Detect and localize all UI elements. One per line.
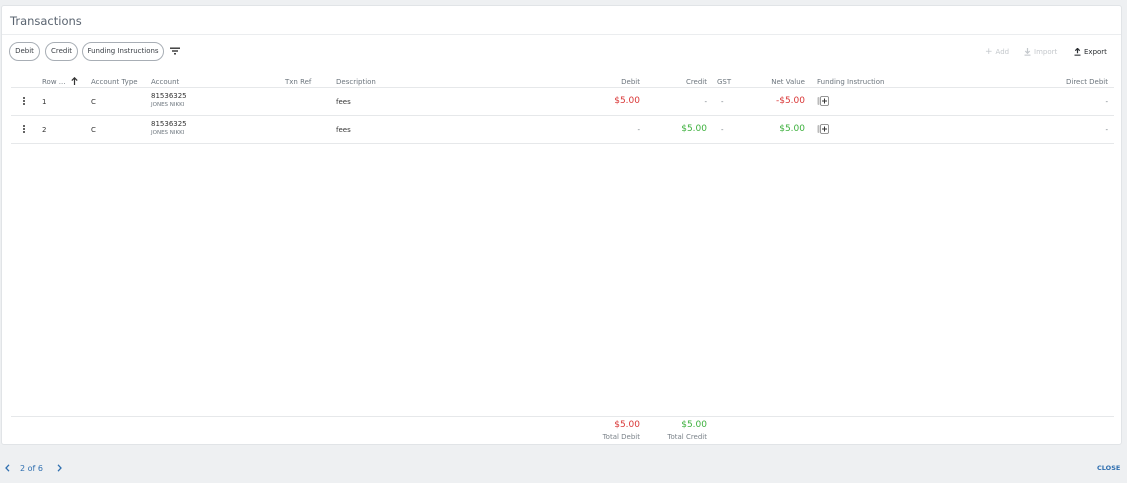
add-box-icon[interactable] xyxy=(817,96,829,106)
column-header-row[interactable]: Row ... xyxy=(42,76,78,87)
header-divider xyxy=(11,87,1114,88)
column-header-funding-instruction[interactable]: Funding Instruction xyxy=(817,77,884,87)
column-header-gst[interactable]: GST xyxy=(717,77,731,87)
row-divider xyxy=(11,143,1114,144)
debit-amount: $5.00 xyxy=(614,96,640,106)
row-divider xyxy=(11,115,1114,116)
more-vertical-icon[interactable] xyxy=(22,97,26,107)
column-header-credit[interactable]: Credit xyxy=(670,77,707,87)
add-button[interactable]: + Add xyxy=(985,47,1009,57)
chevron-left-icon xyxy=(5,464,10,472)
download-icon xyxy=(1024,48,1031,56)
gst-amount: - xyxy=(721,98,724,106)
totals-divider xyxy=(11,416,1114,417)
row-number: 2 xyxy=(42,126,47,134)
plus-icon: + xyxy=(985,47,993,57)
import-button-label: Import xyxy=(1034,48,1058,56)
upload-icon xyxy=(1074,48,1081,56)
column-header-debit[interactable]: Debit xyxy=(602,77,640,87)
transactions-panel: Transactions Debit Credit Funding Instru… xyxy=(1,5,1122,445)
credit-filter-chip[interactable]: Credit xyxy=(45,42,78,61)
account-type: C xyxy=(91,98,96,106)
sort-ascending-icon[interactable] xyxy=(71,76,78,85)
export-button-label: Export xyxy=(1084,48,1107,56)
column-header-description[interactable]: Description xyxy=(336,77,376,87)
description: fees xyxy=(336,98,351,106)
net-value: $5.00 xyxy=(779,124,805,134)
debit-amount: - xyxy=(637,126,640,134)
account-name: JONES NIKKI xyxy=(151,130,185,136)
column-header-account-type[interactable]: Account Type xyxy=(91,77,138,87)
description: fees xyxy=(336,126,351,134)
total-credit-label: Total Credit xyxy=(667,433,707,441)
funding-instructions-filter-chip[interactable]: Funding Instructions xyxy=(82,42,164,61)
row-number: 1 xyxy=(42,98,47,106)
column-header-account[interactable]: Account xyxy=(151,77,179,87)
pagination-status: 2 of 6 xyxy=(20,464,43,473)
debit-filter-chip[interactable]: Debit xyxy=(9,42,40,61)
gst-amount: - xyxy=(721,126,724,134)
add-button-label: Add xyxy=(995,48,1010,56)
account-type: C xyxy=(91,126,96,134)
column-header-row-label: Row ... xyxy=(42,78,66,86)
column-header-txn-ref[interactable]: Txn Ref xyxy=(285,77,311,87)
chevron-right-icon xyxy=(57,464,62,472)
more-vertical-icon[interactable] xyxy=(22,125,26,135)
total-credit-value: $5.00 xyxy=(681,420,707,430)
add-box-icon[interactable] xyxy=(817,124,829,134)
account-name: JONES NIKKI xyxy=(151,102,185,108)
column-header-net-value[interactable]: Net Value xyxy=(762,77,805,87)
close-button[interactable]: CLOSE xyxy=(1097,464,1120,472)
total-debit-label: Total Debit xyxy=(602,433,640,441)
credit-amount: $5.00 xyxy=(681,124,707,134)
net-value: -$5.00 xyxy=(775,96,805,106)
title-divider xyxy=(2,34,1121,35)
filter-icon[interactable] xyxy=(169,45,181,57)
total-debit-value: $5.00 xyxy=(614,420,640,430)
direct-debit: - xyxy=(1105,98,1108,106)
column-header-direct-debit[interactable]: Direct Debit xyxy=(1057,77,1108,87)
previous-page-button[interactable] xyxy=(5,464,10,475)
next-page-button[interactable] xyxy=(57,464,62,475)
export-button[interactable]: Export xyxy=(1074,47,1107,57)
direct-debit: - xyxy=(1105,126,1108,134)
panel-title: Transactions xyxy=(10,14,82,28)
import-button[interactable]: Import xyxy=(1024,47,1057,57)
credit-amount: - xyxy=(704,98,707,106)
